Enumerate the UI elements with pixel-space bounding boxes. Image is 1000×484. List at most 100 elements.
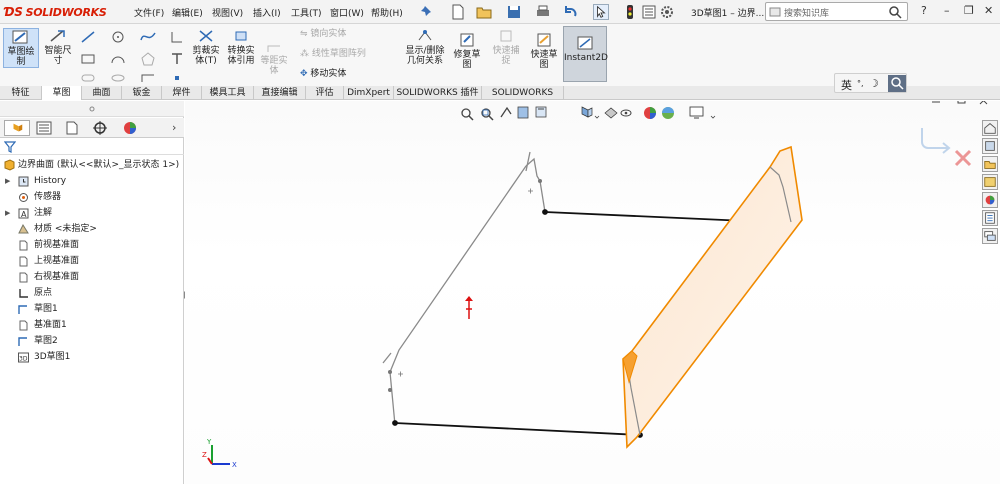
edit-appearance-icon[interactable] (644, 107, 656, 119)
apply-scene-icon[interactable] (662, 107, 674, 119)
tab-mold-tools[interactable]: 模具工具 (202, 86, 254, 100)
smart-dimension-button[interactable]: 智能尺 寸 (41, 28, 75, 72)
tab-direct-editing[interactable]: 直接编辑 (254, 86, 306, 100)
instant2d-button[interactable]: Instant2D (563, 26, 608, 82)
save-icon[interactable] (506, 4, 522, 20)
quick-snaps-button[interactable]: 快速捕 捉 (490, 28, 522, 72)
sketch-point[interactable] (538, 179, 542, 183)
tree-item[interactable]: ▶ A 注解 (0, 205, 184, 221)
ime-punctuation-icon[interactable]: °, (857, 79, 864, 88)
tab-surfaces[interactable]: 曲面 (82, 86, 122, 100)
restore-icon[interactable]: ❐ (964, 4, 974, 17)
tree-item[interactable]: 基准面1 (0, 317, 184, 333)
doc-close-icon[interactable] (979, 101, 988, 105)
close-icon[interactable]: ✕ (984, 4, 993, 17)
menu-tools[interactable]: 工具(T) (291, 6, 322, 19)
sketch-endpoint[interactable] (542, 209, 548, 215)
tab-sheet-metal[interactable]: 钣金 (122, 86, 162, 100)
ime-search-icon[interactable] (888, 75, 906, 92)
display-style-icon[interactable] (604, 107, 618, 119)
search-input[interactable]: 搜索知识库 (765, 2, 908, 21)
undo-icon[interactable] (563, 4, 579, 20)
print-icon[interactable] (535, 4, 551, 20)
menu-file[interactable]: 文件(F) (134, 6, 164, 19)
tree-item[interactable]: 材质 <未指定> (0, 221, 184, 237)
menu-help[interactable]: 帮助(H) (371, 6, 403, 19)
file-properties-icon[interactable] (641, 4, 657, 20)
display-manager-tab-icon[interactable] (122, 120, 138, 136)
design-library-icon[interactable] (982, 138, 998, 154)
doc-restore-icon[interactable] (957, 101, 966, 104)
menu-edit[interactable]: 编辑(E) (172, 6, 203, 19)
menu-view[interactable]: 视图(V) (212, 6, 243, 19)
dimxpert-manager-tab-icon[interactable] (92, 120, 108, 136)
feature-manager-tab-icon[interactable] (4, 120, 30, 136)
left-profile-tick-top[interactable] (525, 151, 531, 172)
pin-icon[interactable] (419, 4, 435, 20)
selected-boundary-surface[interactable] (622, 145, 803, 449)
expand-arrow-icon[interactable]: ▶ (5, 173, 10, 189)
dynamic-annotation-icon[interactable] (535, 106, 547, 118)
tab-solidworks-mbd[interactable]: SOLIDWORKS MBD (482, 86, 564, 112)
tree-item[interactable]: 草图1 (0, 301, 184, 317)
hide-show-items-icon[interactable] (620, 109, 632, 117)
sketch-geometry[interactable] (382, 151, 546, 426)
traffic-light-icon[interactable] (622, 4, 638, 20)
forum-icon[interactable] (982, 228, 998, 244)
tree-item[interactable]: 右视基准面 (0, 269, 184, 285)
tree-filter[interactable] (0, 139, 184, 155)
left-profile-arc[interactable] (525, 157, 546, 213)
left-profile-tick[interactable] (382, 352, 392, 364)
ellipse-icon[interactable] (110, 72, 126, 84)
file-explorer-icon[interactable] (982, 156, 998, 172)
options-gear-icon[interactable] (659, 4, 675, 20)
sketch-fillet-icon[interactable] (170, 30, 184, 44)
ime-indicator[interactable]: 英 °, ☽ (834, 73, 907, 93)
linear-pattern-button[interactable]: ⁂ 线性草图阵列 (300, 49, 366, 59)
custom-properties-icon[interactable] (982, 210, 998, 226)
tree-item[interactable]: 传感器 (0, 189, 184, 205)
exit-sketch-icon[interactable] (921, 128, 951, 154)
convert-entities-button[interactable]: 转换实 体引用 (225, 28, 257, 72)
point-icon[interactable] (170, 72, 184, 84)
zoom-to-fit-icon[interactable] (461, 108, 474, 121)
property-manager-tab-icon[interactable] (36, 121, 52, 135)
offset-icon[interactable] (140, 72, 156, 84)
view-settings-dropdown-icon[interactable] (710, 115, 716, 119)
trim-entities-button[interactable]: 剪裁实 体(T) (191, 28, 221, 72)
polygon-icon[interactable] (140, 52, 156, 66)
help-icon[interactable]: ? (921, 4, 927, 17)
menu-insert[interactable]: 插入(I) (253, 6, 281, 19)
view-palette-icon[interactable] (982, 174, 998, 190)
view-orientation-icon[interactable] (581, 106, 593, 118)
sketch-draw-button[interactable]: 草图绘 制 (3, 28, 39, 68)
tree-item[interactable]: 草图2 (0, 333, 184, 349)
zoom-to-area-icon[interactable] (481, 108, 494, 121)
text-icon[interactable] (170, 52, 184, 66)
tree-item[interactable]: 3D 3D草图1 (0, 349, 184, 365)
display-delete-relations-button[interactable]: 显示/删除 几何关系 (403, 28, 447, 72)
menu-window[interactable]: 窗口(W) (330, 6, 364, 19)
mirror-entities-button[interactable]: ⇋ 镜向实体 (300, 29, 346, 39)
rapid-sketch-button[interactable]: 快速草 图 (529, 32, 559, 72)
expand-arrow-icon[interactable]: ▶ (5, 205, 10, 221)
appearances-icon[interactable] (982, 192, 998, 208)
panel-grip[interactable] (0, 101, 184, 117)
3d-sketch-line-bottom[interactable] (394, 422, 641, 436)
minimize-icon[interactable]: – (944, 4, 950, 17)
panel-scroll-right-icon[interactable]: › (172, 121, 176, 134)
sketch-point[interactable] (388, 388, 392, 392)
model-canvas[interactable]: Y X Z (185, 101, 1000, 484)
repair-sketch-button[interactable]: 修复草 图 (452, 32, 482, 72)
tree-item[interactable]: 原点 (0, 285, 184, 301)
sketch-endpoint[interactable] (392, 420, 398, 426)
circle-icon[interactable] (110, 30, 126, 44)
view-orientation-dropdown-icon[interactable] (594, 115, 600, 119)
arc-icon[interactable] (110, 52, 126, 66)
offset-entities-button[interactable]: 等距实 体 (259, 44, 289, 76)
tab-sketch[interactable]: 草图 (42, 86, 82, 100)
new-document-icon[interactable] (450, 4, 466, 20)
tab-dimxpert[interactable]: DimXpert (344, 86, 394, 100)
sketch-points[interactable] (388, 179, 542, 392)
graphics-area[interactable]: Y X Z (185, 101, 1000, 484)
